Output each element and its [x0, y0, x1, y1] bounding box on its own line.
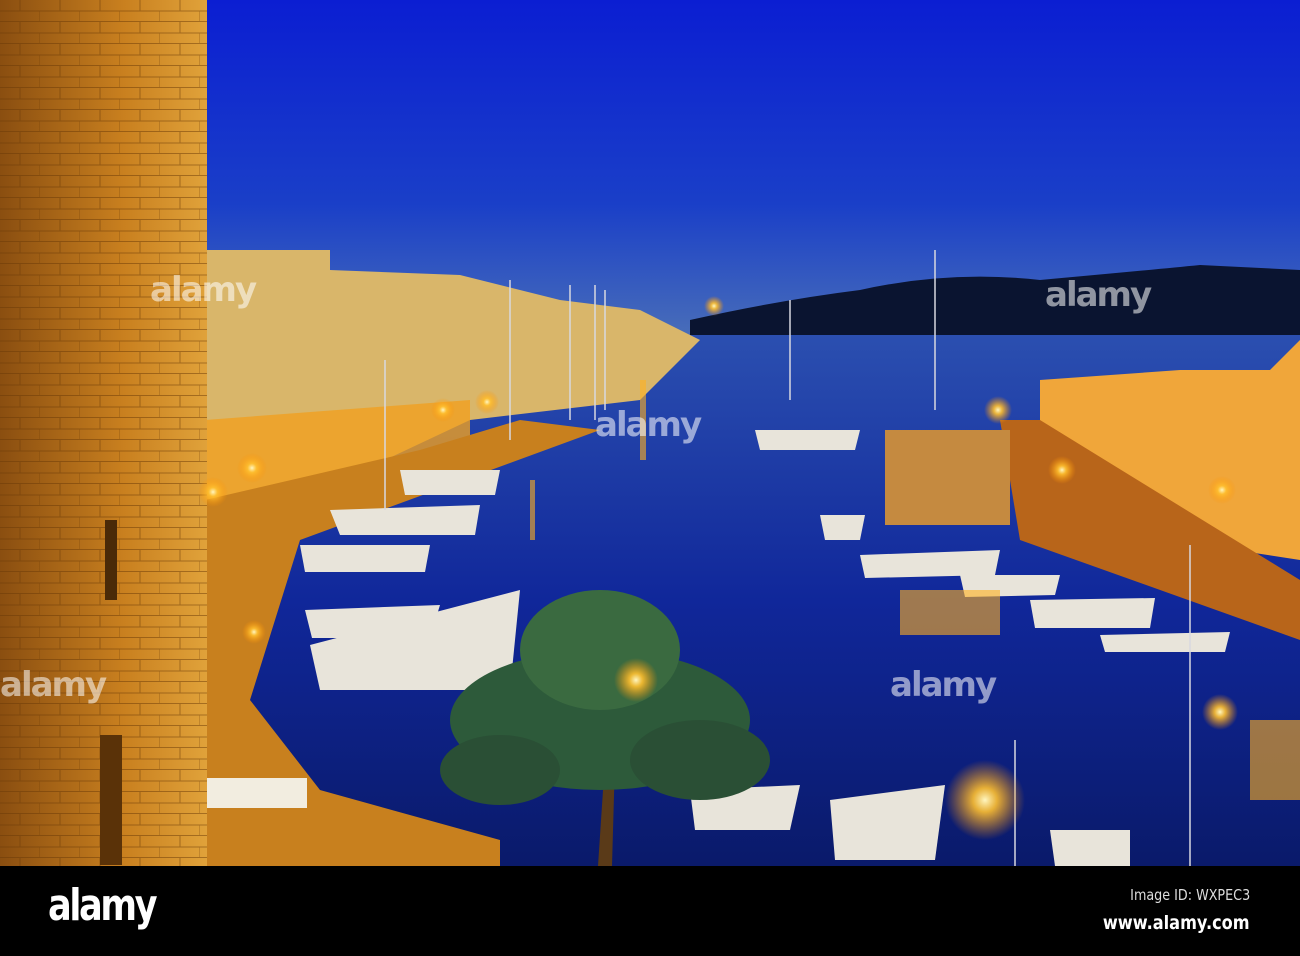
footer-bar: alamy Image ID: WXPEC3 www.alamy.com — [0, 866, 1300, 956]
harbor-tower — [885, 430, 1010, 525]
watermark: alamy — [890, 665, 997, 705]
image-id: Image ID: WXPEC3 — [1129, 886, 1250, 904]
awning — [207, 778, 307, 808]
watermark: alamy — [150, 270, 257, 310]
watermark: alamy — [0, 665, 107, 705]
watermark: alamy — [1045, 275, 1152, 315]
alamy-logo[interactable]: alamy — [48, 880, 158, 931]
watermark: alamy — [595, 405, 702, 445]
site-link[interactable]: www.alamy.com — [1103, 912, 1250, 934]
